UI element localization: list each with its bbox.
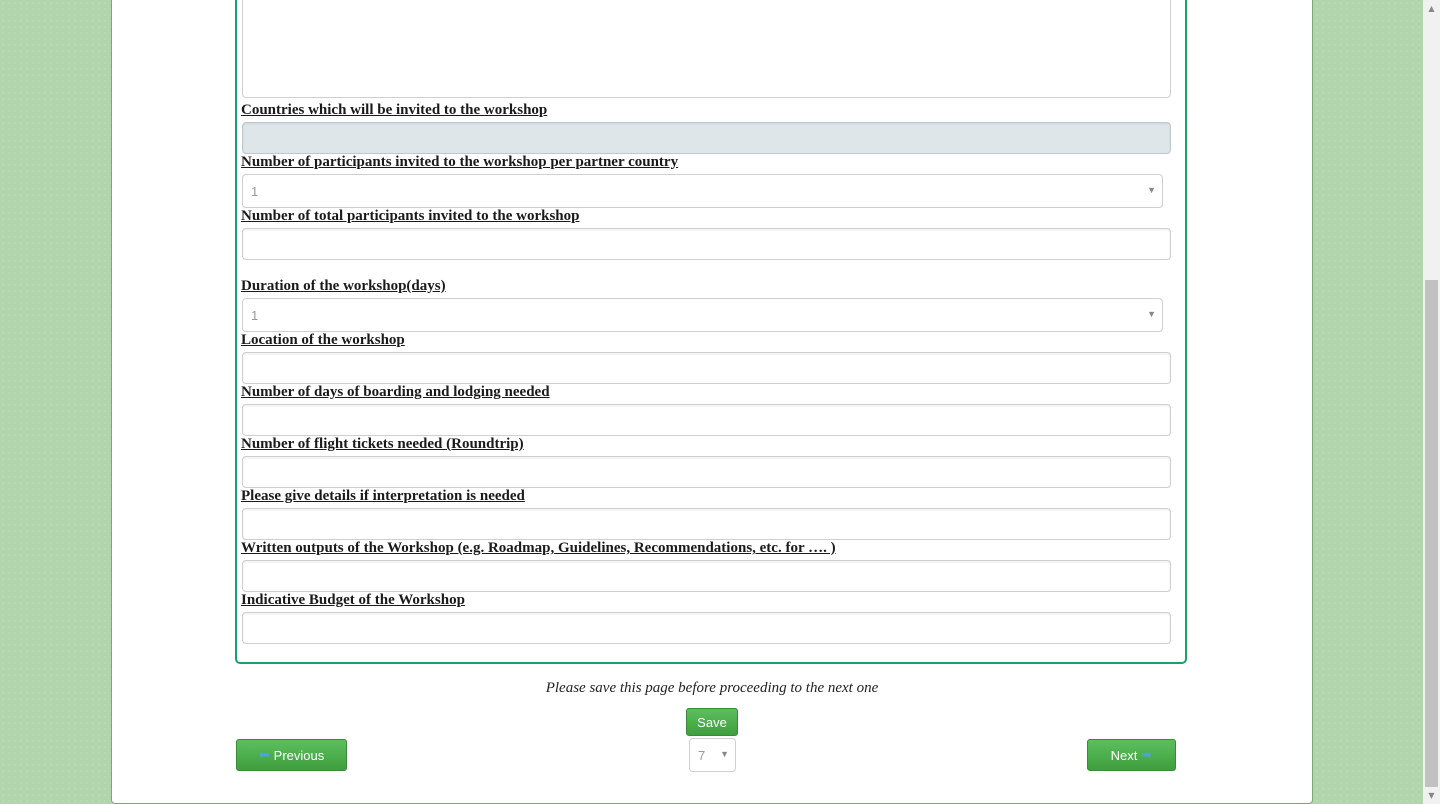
field-label-budget: Indicative Budget of the Workshop [241, 592, 465, 608]
chevron-down-icon: ▼ [1147, 185, 1156, 195]
field-label-total-participants: Number of total participants invited to … [241, 208, 580, 224]
field-label-duration: Duration of the workshop(days) [241, 278, 446, 294]
written-outputs-input[interactable] [242, 560, 1171, 592]
save-button-label: Save [697, 714, 727, 730]
save-note: Please save this page before proceeding … [545, 680, 879, 696]
previous-textarea[interactable] [242, 0, 1171, 98]
budget-input[interactable] [242, 612, 1171, 644]
field-label-countries: Countries which will be invited to the w… [241, 102, 548, 118]
save-button[interactable]: Save [686, 708, 738, 736]
participants-per-country-select[interactable]: 1 ▼ [242, 174, 1163, 208]
previous-button[interactable]: ⬅ Previous [236, 739, 347, 771]
countries-input[interactable] [242, 122, 1171, 154]
field-label-written-outputs: Written outputs of the Workshop (e.g. Ro… [241, 540, 836, 556]
next-button[interactable]: Next ➡ [1087, 739, 1176, 771]
field-label-interpretation: Please give details if interpretation is… [241, 488, 525, 504]
select-value: 1 [251, 308, 259, 323]
page-number-select[interactable]: 7 ▼ [689, 738, 736, 772]
page-number-value: 7 [698, 748, 706, 763]
field-label-participants-per-country: Number of participants invited to the wo… [241, 154, 679, 170]
form-page: Countries which will be invited to the w… [111, 0, 1313, 804]
field-label-boarding-days: Number of days of boarding and lodging n… [241, 384, 550, 400]
arrow-left-icon: ⬅ [258, 747, 270, 762]
location-input[interactable] [242, 352, 1171, 384]
next-button-label: Next [1110, 747, 1138, 763]
field-label-flight-tickets: Number of flight tickets needed (Roundtr… [241, 436, 524, 452]
field-label-location: Location of the workshop [241, 332, 405, 348]
previous-button-label: Previous [273, 747, 325, 763]
arrow-right-icon: ➡ [1141, 747, 1153, 762]
duration-select[interactable]: 1 ▼ [242, 298, 1163, 332]
flight-tickets-input[interactable] [242, 456, 1171, 488]
chevron-down-icon: ▼ [720, 749, 729, 759]
chevron-down-icon: ▼ [1147, 309, 1156, 319]
scroll-down-arrow-icon[interactable]: ▼ [1423, 787, 1440, 804]
scroll-up-arrow-icon[interactable]: ▲ [1423, 0, 1440, 17]
vertical-scrollbar[interactable]: ▲ ▼ [1423, 0, 1440, 804]
scrollbar-thumb[interactable] [1425, 280, 1438, 787]
interpretation-input[interactable] [242, 508, 1171, 540]
total-participants-input[interactable] [242, 228, 1171, 260]
boarding-days-input[interactable] [242, 404, 1171, 436]
select-value: 1 [251, 184, 259, 199]
